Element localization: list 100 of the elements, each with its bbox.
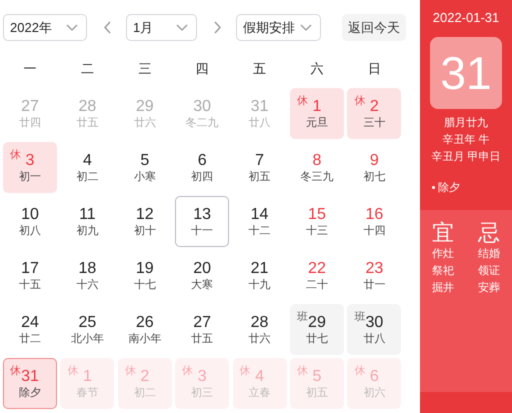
day-number: 14	[250, 205, 268, 224]
day-cell[interactable]: 6 初四	[175, 142, 230, 193]
lunar-date: 廿六	[134, 116, 156, 130]
lunar-date: 十九	[248, 278, 271, 292]
day-number: 27	[21, 97, 39, 116]
lunar-date: 冬三九	[300, 170, 334, 184]
day-cell[interactable]: 15 十三	[290, 196, 344, 247]
day-cell[interactable]: 24 廿二	[3, 304, 57, 355]
day-cell[interactable]: 21 十九	[232, 250, 287, 301]
day-cell[interactable]: 19 十七	[118, 250, 172, 301]
day-cell[interactable]: 27 廿五	[175, 304, 230, 355]
day-number: 4	[82, 151, 92, 170]
lunar-date: 除夕	[19, 386, 41, 400]
lunar-date: 廿五	[76, 116, 98, 130]
day-cell[interactable]: 11 初九	[60, 196, 114, 247]
lunar-date: 冬二九	[186, 116, 219, 130]
lunar-date: 初五	[306, 386, 328, 400]
lunar-date: 初七	[363, 170, 386, 184]
day-number: 26	[136, 313, 154, 332]
day-cell[interactable]: 18 十六	[60, 250, 114, 301]
day-number: 2	[370, 97, 379, 116]
day-cell[interactable]: 25 北小年	[60, 304, 114, 355]
day-cell[interactable]: 8 冬三九	[290, 142, 344, 193]
day-cell[interactable]: 休 3 初一	[3, 142, 57, 193]
day-cell[interactable]: 16 十四	[347, 196, 402, 247]
lunar-date: 南小年	[128, 332, 162, 346]
inauspicious-title: 忌	[478, 220, 500, 246]
rest-tag: 休	[240, 363, 251, 378]
lunar-date: 廿六	[248, 332, 271, 346]
lunar-date: 初十	[134, 224, 156, 238]
day-number: 31	[250, 97, 268, 116]
day-number: 6	[198, 151, 207, 170]
day-cell[interactable]: 5 小寒	[118, 142, 172, 193]
festival-name: 除夕	[438, 181, 460, 195]
rest-tag: 休	[10, 363, 21, 378]
day-cell[interactable]: 7 初五	[232, 142, 287, 193]
lunar-info: 腊月廿九	[444, 116, 488, 131]
day-cell[interactable]: 9 初七	[347, 142, 402, 193]
weekday-label: 四	[194, 61, 210, 77]
lunar-date: 十一	[191, 224, 214, 238]
day-cell[interactable]: 23 廿一	[347, 250, 402, 301]
day-number: 11	[79, 205, 96, 224]
month-select[interactable]: 1月	[126, 14, 197, 41]
day-cell[interactable]: 13 十一	[175, 196, 230, 247]
day-number: 7	[255, 151, 264, 170]
day-cell[interactable]: 4 初二	[60, 142, 114, 193]
day-number: 8	[312, 151, 322, 170]
lunar-date: 初二	[76, 170, 98, 184]
holiday-select[interactable]: 假期安排	[236, 14, 321, 41]
day-number: 18	[78, 259, 96, 278]
day-cell[interactable]: 28 廿六	[232, 304, 287, 355]
big-day-number: 31	[430, 37, 502, 109]
lunar-date: 十六	[76, 278, 98, 292]
day-number: 1	[312, 97, 322, 116]
auspicious-item: 祭祀	[432, 264, 454, 279]
day-number: 4	[255, 367, 264, 386]
day-cell[interactable]: 休 1 元旦	[290, 88, 344, 139]
lunar-date: 十四	[363, 224, 386, 238]
day-number: 15	[308, 205, 326, 224]
lunar-date: 小寒	[134, 170, 156, 184]
lunar-date: 初三	[191, 386, 214, 400]
day-cell[interactable]: 休 2 三十	[347, 88, 402, 139]
day-number: 12	[136, 205, 154, 224]
lunar-date: 廿四	[19, 116, 41, 130]
rest-tag: 休	[296, 363, 308, 378]
work-tag: 班	[354, 309, 366, 324]
day-cell[interactable]: 20 大寒	[175, 250, 230, 301]
lunar-info: 辛丑月 甲申日	[431, 150, 501, 165]
lunar-date: 廿八	[363, 332, 386, 346]
lunar-date: 初八	[19, 224, 41, 238]
rest-tag: 休	[67, 363, 78, 378]
day-cell[interactable]: 10 初八	[3, 196, 57, 247]
day-cell[interactable]: 14 十二	[232, 196, 287, 247]
inauspicious-item: 领证	[478, 264, 500, 279]
day-number: 23	[365, 259, 384, 278]
work-tag: 班	[296, 309, 308, 324]
day-cell[interactable]: 12 初十	[118, 196, 172, 247]
caret-icon	[66, 24, 78, 32]
bullet-icon	[432, 186, 435, 189]
weekday-label: 日	[366, 61, 382, 77]
day-cell[interactable]: 26 南小年	[118, 304, 172, 355]
inauspicious-item: 安葬	[478, 280, 500, 296]
lunar-date: 廿五	[191, 332, 214, 346]
year-select[interactable]: 2022年	[3, 14, 87, 41]
rest-tag: 休	[124, 363, 136, 378]
lunar-date: 立春	[248, 386, 271, 400]
chevron-left-icon[interactable]	[103, 21, 112, 34]
day-number: 17	[21, 259, 39, 278]
lunar-date: 二十	[306, 278, 328, 292]
auspicious-item: 作灶	[432, 247, 454, 262]
auspicious-title: 宜	[432, 220, 454, 246]
chevron-right-icon[interactable]	[213, 21, 222, 34]
selected-date: 2022-01-31	[432, 10, 500, 25]
day-cell[interactable]: 22 二十	[290, 250, 344, 301]
lunar-date: 廿七	[306, 332, 328, 346]
day-cell[interactable]: 17 十五	[3, 250, 57, 301]
lunar-date: 初四	[191, 170, 214, 184]
caret-icon	[176, 24, 188, 32]
lunar-date: 廿二	[19, 332, 41, 346]
today-button[interactable]: 返回今天	[342, 14, 406, 41]
